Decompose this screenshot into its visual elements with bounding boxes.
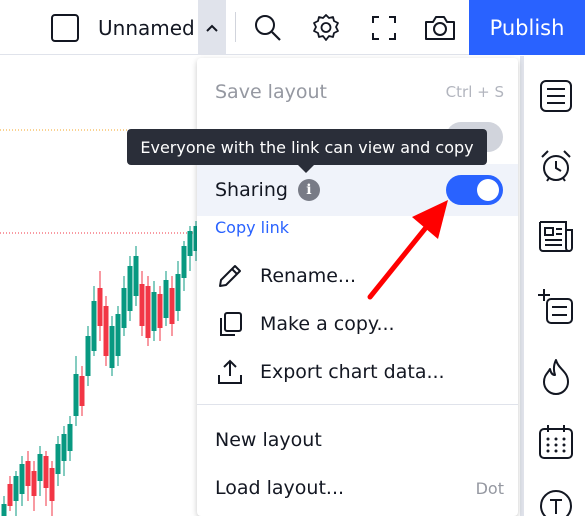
text-circle-icon[interactable] (534, 484, 578, 516)
camera-icon[interactable] (420, 0, 460, 55)
candle-body (115, 314, 121, 356)
load-shortcut: Dot (475, 478, 504, 498)
alarm-clock-icon[interactable] (534, 144, 578, 188)
copy-link[interactable]: Copy link (215, 218, 289, 237)
new-layout-item[interactable]: New layout (197, 418, 518, 462)
info-icon[interactable]: i (297, 179, 320, 201)
load-layout-label: Load layout... (215, 477, 345, 499)
candle-body (157, 294, 163, 328)
tooltip-arrow (298, 165, 314, 173)
candle-body (187, 231, 193, 256)
candle-body (133, 256, 139, 296)
candle-body (121, 288, 127, 328)
candle-body (7, 484, 13, 506)
candle-body (109, 326, 115, 368)
export-label: Export chart data... (260, 361, 445, 383)
candle-body (49, 468, 55, 501)
rename-item[interactable]: Rename... (197, 254, 518, 298)
layout-menu: Save layout Ctrl + S Sharing i Copy link… (197, 58, 518, 516)
gear-icon[interactable] (306, 0, 346, 55)
candle-body (67, 424, 73, 451)
candle-body (79, 376, 85, 406)
rename-label: Rename... (260, 265, 357, 287)
save-layout-label: Save layout (215, 81, 327, 103)
watchlist-icon[interactable] (534, 74, 578, 118)
search-icon[interactable] (248, 0, 288, 55)
right-sidebar (520, 56, 585, 516)
candle-body (73, 374, 79, 416)
sharing-tooltip: Everyone with the link can view and copy (127, 129, 487, 165)
make-copy-item[interactable]: Make a copy... (197, 302, 518, 346)
candle-body (145, 286, 151, 338)
flame-icon[interactable] (534, 354, 578, 398)
candle-body (37, 454, 43, 481)
save-shortcut: Ctrl + S (445, 83, 504, 101)
save-layout-item[interactable]: Save layout Ctrl + S (197, 72, 518, 112)
sharing-item[interactable]: Sharing i (197, 164, 518, 216)
candle-body (163, 280, 169, 318)
sharing-label: Sharing (215, 179, 288, 201)
upload-icon (215, 357, 245, 387)
annotation-arrow (367, 200, 448, 300)
make-copy-label: Make a copy... (260, 313, 395, 335)
calendar-icon[interactable] (534, 420, 578, 464)
pencil-icon (215, 261, 245, 291)
candle-body (25, 461, 31, 486)
load-layout-item[interactable]: Load layout... Dot (197, 466, 518, 510)
export-item[interactable]: Export chart data... (197, 350, 518, 394)
chevron-up-icon[interactable] (198, 0, 226, 55)
candle-body (43, 456, 49, 488)
candle-body (55, 444, 61, 474)
layout-square-icon[interactable] (48, 0, 82, 55)
menu-divider (197, 404, 518, 405)
candle-body (61, 434, 67, 461)
candlestick-chart (0, 129, 200, 516)
layout-name[interactable]: Unnamed (98, 0, 195, 55)
news-icon[interactable] (534, 214, 578, 258)
candle-body (175, 274, 181, 311)
top-toolbar: Unnamed Publish (0, 0, 585, 55)
candle-body (151, 292, 157, 331)
candle-body (181, 246, 187, 278)
candle-body (13, 476, 19, 501)
candle-body (139, 284, 145, 326)
publish-button[interactable]: Publish (469, 0, 585, 55)
candle-body (97, 288, 103, 326)
chart-area[interactable] (0, 56, 200, 516)
new-layout-label: New layout (215, 429, 322, 451)
candle-body (19, 464, 25, 494)
toolbar-divider (235, 12, 236, 42)
candle-body (1, 504, 7, 516)
add-list-icon[interactable] (534, 284, 578, 328)
candle-body (169, 288, 175, 324)
candle-body (127, 266, 133, 311)
candle-body (85, 336, 91, 376)
copy-icon (215, 309, 245, 339)
candle-body (103, 306, 109, 356)
candle-body (31, 471, 37, 496)
fullscreen-icon[interactable] (364, 0, 404, 55)
candle-body (91, 301, 97, 351)
